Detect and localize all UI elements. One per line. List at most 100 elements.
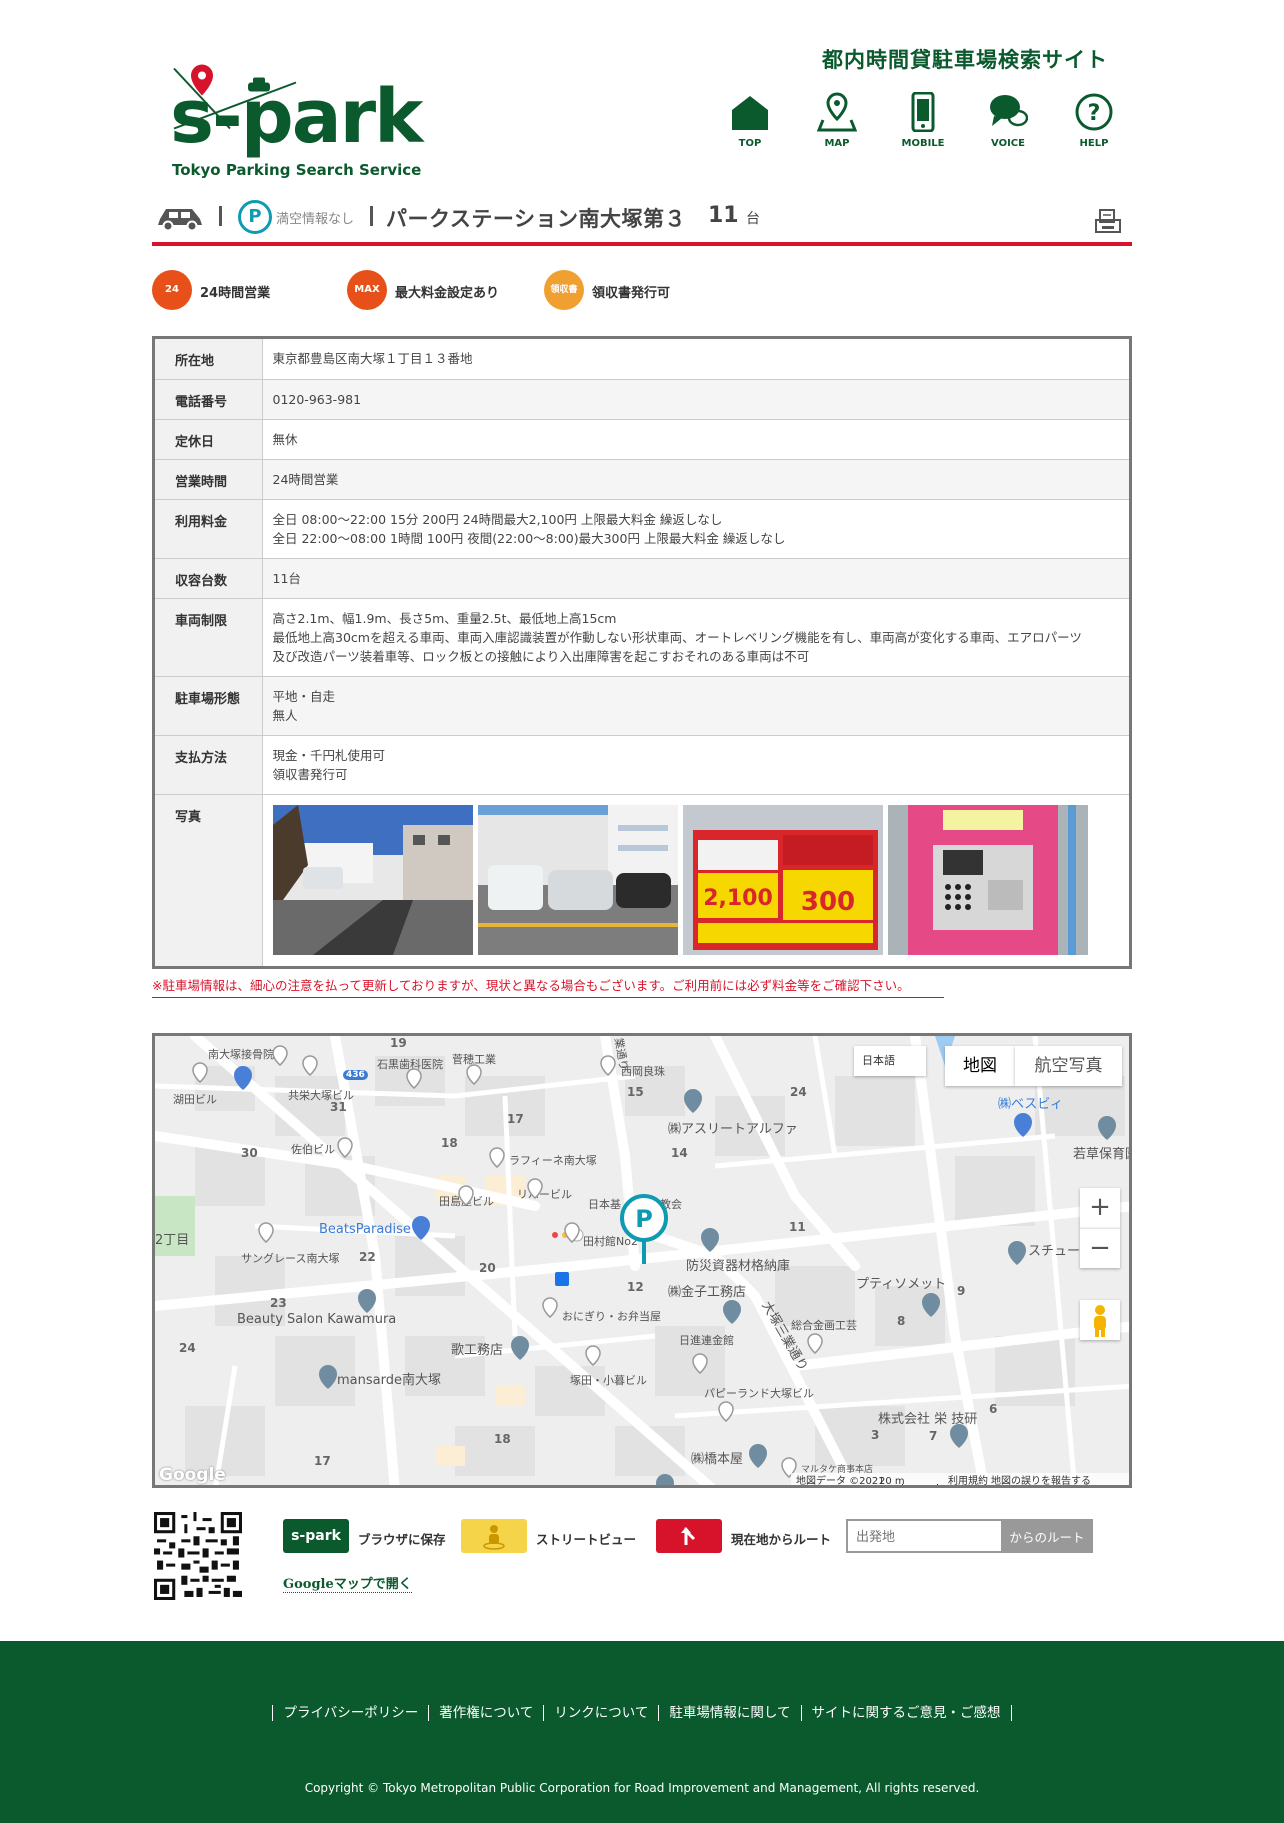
help-icon: ? — [1075, 93, 1113, 131]
info-row-photos: 写真 2,100 300 — [155, 794, 1129, 966]
feature-label: 最大料金設定あり — [395, 286, 500, 301]
print-icon[interactable] — [1094, 208, 1122, 236]
open-google-maps-link[interactable]: Googleマップで開く — [283, 1573, 412, 1593]
restriction-line: 高さ2.1m、幅1.9m、長さ5m、重量2.5t、最低地上高15cm — [272, 610, 617, 626]
footer-link-privacy[interactable]: プライバシーポリシー — [272, 1705, 429, 1721]
street-view-label: ストリートビュー — [536, 1532, 637, 1547]
info-value: 高さ2.1m、幅1.9m、長さ5m、重量2.5t、最低地上高15cm 最低地上高… — [262, 598, 1129, 677]
footer: プライバシーポリシー 著作権について リンクについて 駐車場情報に関して サイトに関する… — [0, 1641, 1284, 1823]
info-label: 定休日 — [155, 419, 263, 460]
copyright: Copyright © Tokyo Metropolitan Public Co… — [304, 1781, 980, 1795]
logo-text[interactable]: s-park — [170, 80, 423, 154]
origin-input[interactable] — [846, 1519, 1001, 1553]
info-row-capacity: 収容台数 11台 — [155, 558, 1129, 599]
separator — [219, 206, 222, 226]
availability-status: 満空情報なし — [276, 212, 355, 227]
info-value[interactable]: 0120-963-981 — [262, 379, 1129, 420]
info-value: 全日 08:00～22:00 15分 200円 24時間最大2,100円 上限最… — [262, 499, 1129, 559]
info-label: 利用料金 — [155, 499, 263, 559]
payment-line: 現金・千円札使用可 — [272, 747, 386, 763]
payment-line: 領収書発行可 — [272, 766, 348, 782]
nav-top[interactable]: TOP — [710, 92, 790, 149]
street-view-pegman[interactable] — [1080, 1300, 1120, 1340]
nav-top-label: TOP — [738, 138, 762, 149]
info-label: 車両制限 — [155, 598, 263, 677]
svg-text:?: ? — [1088, 101, 1101, 126]
svg-text:300: 300 — [800, 887, 854, 917]
parking-photo-4[interactable] — [887, 804, 1088, 955]
route-arrow-icon — [656, 1519, 722, 1553]
info-value: 11台 — [262, 558, 1129, 599]
parking-photo-2[interactable] — [477, 804, 678, 955]
nav-mobile[interactable]: MOBILE — [883, 92, 963, 149]
parking-capacity-unit: 台 — [746, 211, 760, 227]
feature-label: 24時間営業 — [200, 286, 271, 301]
street-view-icon — [461, 1519, 527, 1553]
home-icon — [732, 96, 768, 130]
svg-text:2,100: 2,100 — [703, 886, 773, 911]
footer-link-feedback[interactable]: サイトに関するご意見・ご感想 — [800, 1705, 1012, 1721]
map-icon — [817, 92, 857, 132]
footer-link-copyright[interactable]: 著作権について — [428, 1705, 544, 1721]
info-row-type: 駐車場形態 平地・自走 無人 — [155, 676, 1129, 736]
parking-photo-3[interactable]: 2,100 300 — [682, 804, 883, 955]
parking-photo-1[interactable] — [272, 804, 473, 955]
nav-voice[interactable]: VOICE — [968, 92, 1048, 149]
logo-subtitle: Tokyo Parking Search Service — [172, 161, 422, 179]
info-value: 現金・千円札使用可 領収書発行可 — [262, 735, 1129, 795]
parking-info-table: 所在地 東京都豊島区南大塚１丁目１３番地 電話番号 0120-963-981 定… — [152, 336, 1132, 969]
footer-links: プライバシーポリシー 著作権について リンクについて 駐車場情報に関して サイトに関する… — [0, 1701, 1284, 1721]
disclaimer-notice: ※駐車場情報は、細心の注意を払って更新しておりますが、現状と異なる場合もございま… — [152, 975, 944, 998]
pegman-icon — [1094, 1305, 1106, 1337]
parking-location-marker[interactable]: P — [617, 1194, 671, 1266]
nav-map-label: MAP — [824, 138, 850, 149]
map-report-link[interactable]: 地図の誤りを報告する — [991, 1473, 1091, 1485]
map-type-tab-map[interactable]: 地図 — [945, 1046, 1015, 1086]
mobile-icon — [911, 92, 935, 132]
footer-link-parking-info[interactable]: 駐車場情報に関して — [658, 1705, 801, 1721]
type-line: 平地・自走 — [272, 688, 336, 704]
site-title: 都内時間貸駐車場検索サイト — [822, 48, 1108, 72]
feature-label: 領収書発行可 — [592, 286, 671, 301]
fee-line: 全日 08:00～22:00 15分 200円 24時間最大2,100円 上限最… — [272, 511, 723, 527]
info-label: 所在地 — [155, 339, 263, 380]
zoom-in-button[interactable]: + — [1080, 1188, 1120, 1228]
info-label: 支払方法 — [155, 735, 263, 795]
photo-gallery: 2,100 300 — [262, 794, 1129, 966]
restriction-line: 最低地上高30cmを超える車両、車両入庫認識装置が作動しない形状車両、オートレベ… — [272, 629, 1082, 645]
route-label: 現在地からルート — [731, 1532, 832, 1547]
parking-marker-label: P — [635, 1205, 653, 1233]
voice-icon — [990, 95, 1028, 127]
nav-help[interactable]: ? HELP — [1054, 92, 1134, 149]
nav-map[interactable]: MAP — [797, 92, 877, 149]
nav-help-label: HELP — [1079, 138, 1109, 149]
nav-voice-label: VOICE — [991, 138, 1025, 149]
route-search-button[interactable]: からのルート — [1001, 1519, 1093, 1553]
info-label: 電話番号 — [155, 379, 263, 420]
receipt-icon: 領収書 — [544, 270, 584, 310]
info-row-payment: 支払方法 現金・千円札使用可 領収書発行可 — [155, 735, 1129, 795]
info-row-phone: 電話番号 0120-963-981 — [155, 379, 1129, 420]
map-language-select[interactable]: 日本語 — [854, 1046, 926, 1076]
map-terms-link[interactable]: 利用規約 — [948, 1473, 988, 1485]
car-icon — [158, 209, 202, 231]
info-row-hours: 営業時間 24時間営業 — [155, 459, 1129, 500]
info-row-fee: 利用料金 全日 08:00～22:00 15分 200円 24時間最大2,100… — [155, 499, 1129, 559]
footer-link-links[interactable]: リンクについて — [543, 1705, 659, 1721]
clock-24-icon: 24 — [152, 270, 192, 310]
type-line: 無人 — [272, 707, 298, 723]
info-label: 写真 — [155, 794, 263, 966]
map-type-tab-aerial[interactable]: 航空写真 — [1015, 1046, 1122, 1086]
google-logo[interactable]: Google — [159, 1465, 226, 1485]
map-data-credit: 地図データ ©2021 — [796, 1476, 885, 1487]
info-value: 東京都豊島区南大塚１丁目１３番地 — [262, 339, 1129, 380]
separator — [370, 206, 373, 226]
zoom-out-button[interactable]: − — [1080, 1228, 1120, 1268]
map-panel[interactable]: 南大塚接骨院 石黒歯科医院 菅穂工業 西岡良珠 湖田ビル 共栄大塚ビル 佐伯ビル… — [152, 1033, 1132, 1488]
map-scale: 20 m — [879, 1476, 905, 1487]
info-row-address: 所在地 東京都豊島区南大塚１丁目１３番地 — [155, 339, 1129, 380]
info-row-restriction: 車両制限 高さ2.1m、幅1.9m、長さ5m、重量2.5t、最低地上高15cm … — [155, 598, 1129, 677]
restriction-line: 及び改造パーツ装着車等、ロック板との接触により入出庫障害を起こすおそれのある車両… — [272, 648, 810, 664]
parking-name: パークステーション南大塚第３ — [386, 207, 686, 231]
my-spark-icon: s-park — [283, 1519, 349, 1553]
